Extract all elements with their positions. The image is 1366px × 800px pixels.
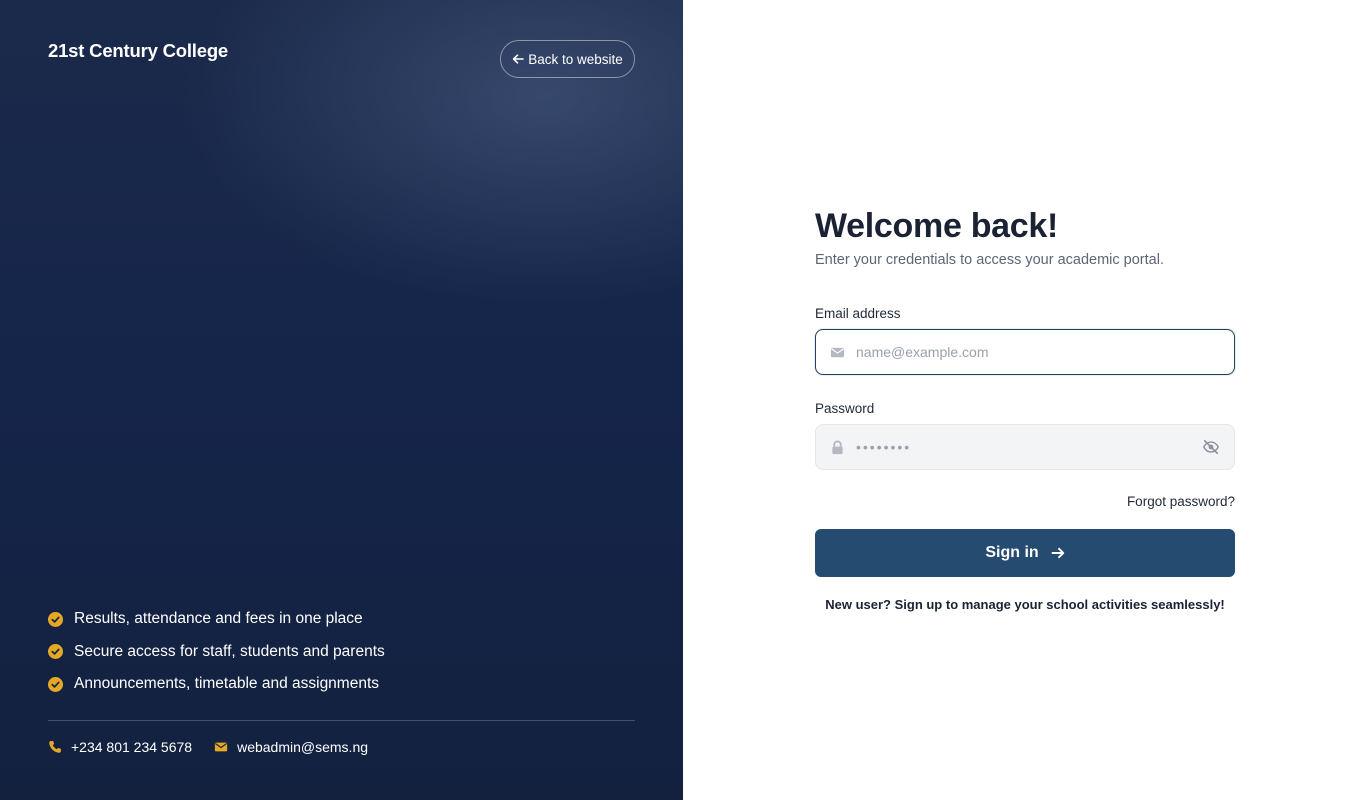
feature-item: Announcements, timetable and assignments — [48, 673, 385, 695]
email-input[interactable] — [816, 330, 1234, 374]
sign-in-button[interactable]: Sign in — [815, 529, 1235, 577]
sign-in-label: Sign in — [985, 544, 1039, 561]
back-to-website-button[interactable]: Back to website — [500, 40, 635, 78]
feature-list: Results, attendance and fees in one plac… — [48, 608, 385, 706]
phone-icon — [49, 741, 61, 753]
brand-panel: 21st Century College Back to website Res… — [0, 0, 683, 800]
feature-text: Announcements, timetable and assignments — [74, 675, 380, 692]
contact-email[interactable]: webadmin@sems.ng — [214, 739, 368, 755]
contact-phone-text: +234 801 234 5678 — [71, 739, 193, 755]
feature-text: Results, attendance and fees in one plac… — [74, 610, 363, 627]
email-label: Email address — [815, 306, 901, 321]
lock-icon — [830, 440, 845, 455]
feature-item: Secure access for staff, students and pa… — [48, 641, 385, 663]
contact-phone[interactable]: +234 801 234 5678 — [48, 739, 192, 755]
password-field-wrapper — [815, 424, 1235, 470]
password-label: Password — [815, 401, 875, 416]
page-subtitle: Enter your credentials to access your ac… — [815, 252, 1164, 268]
brand-name: 21st Century College — [48, 40, 229, 61]
divider — [48, 720, 635, 721]
password-input[interactable] — [816, 425, 1234, 469]
contact-email-text: webadmin@sems.ng — [237, 739, 369, 755]
check-circle-icon — [48, 676, 63, 692]
envelope-icon — [830, 345, 845, 360]
email-field-wrapper — [815, 329, 1235, 375]
back-to-website-label: Back to website — [528, 51, 623, 67]
mail-icon — [214, 742, 228, 752]
arrow-left-icon — [513, 54, 525, 64]
login-panel: Welcome back! Enter your credentials to … — [683, 0, 1366, 800]
arrow-right-icon — [1051, 547, 1064, 559]
feature-text: Secure access for staff, students and pa… — [74, 642, 385, 660]
login-form: Welcome back! Enter your credentials to … — [815, 204, 1235, 612]
feature-item: Results, attendance and fees in one plac… — [48, 608, 385, 630]
forgot-password-link[interactable]: Forgot password? — [815, 494, 1235, 509]
contact-info: +234 801 234 5678 webadmin@sems.ng — [48, 739, 368, 755]
check-circle-icon — [48, 644, 63, 659]
sign-up-link[interactable]: New user? Sign up to manage your school … — [815, 597, 1235, 612]
check-circle-icon — [48, 611, 63, 627]
eye-slash-icon[interactable] — [1202, 438, 1220, 456]
page-title: Welcome back! — [815, 207, 1059, 245]
